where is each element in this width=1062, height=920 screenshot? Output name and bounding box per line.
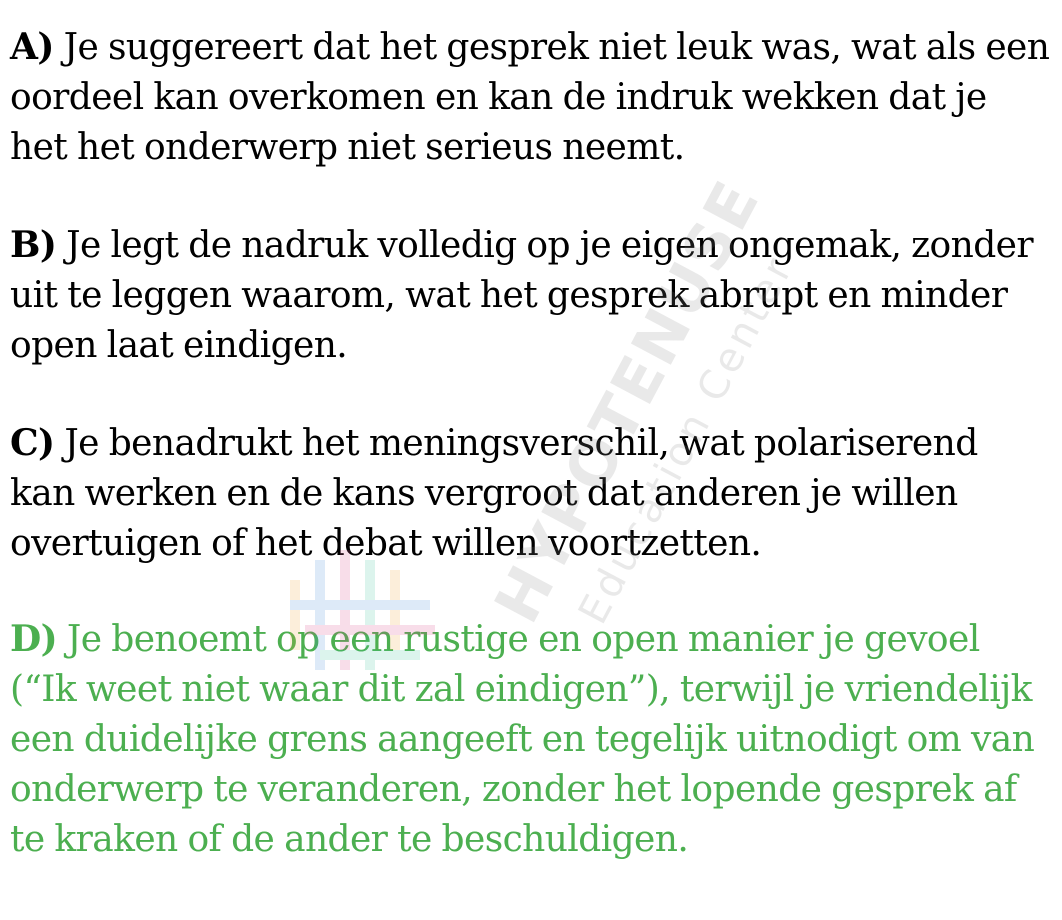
option-b: B) Je legt de nadruk volledig op je eige…: [10, 220, 1050, 371]
option-c-text: Je benadrukt het meningsverschil, wat po…: [10, 423, 978, 564]
option-d-correct: D) Je benoemt op een rustige en open man…: [10, 614, 1050, 865]
option-d-text: Je benoemt op een rustige en open manier…: [10, 619, 1035, 860]
option-d-letter: D): [10, 618, 58, 660]
option-c: C) Je benadrukt het meningsverschil, wat…: [10, 418, 1050, 569]
option-c-letter: C): [10, 422, 55, 464]
option-a-text: Je suggereert dat het gesprek niet leuk …: [10, 27, 1050, 168]
answer-explanations: A) Je suggereert dat het gesprek niet le…: [0, 0, 1062, 920]
option-b-letter: B): [10, 224, 57, 266]
option-b-text: Je legt de nadruk volledig op je eigen o…: [10, 225, 1034, 366]
option-a: A) Je suggereert dat het gesprek niet le…: [10, 22, 1050, 173]
option-a-letter: A): [10, 26, 54, 68]
